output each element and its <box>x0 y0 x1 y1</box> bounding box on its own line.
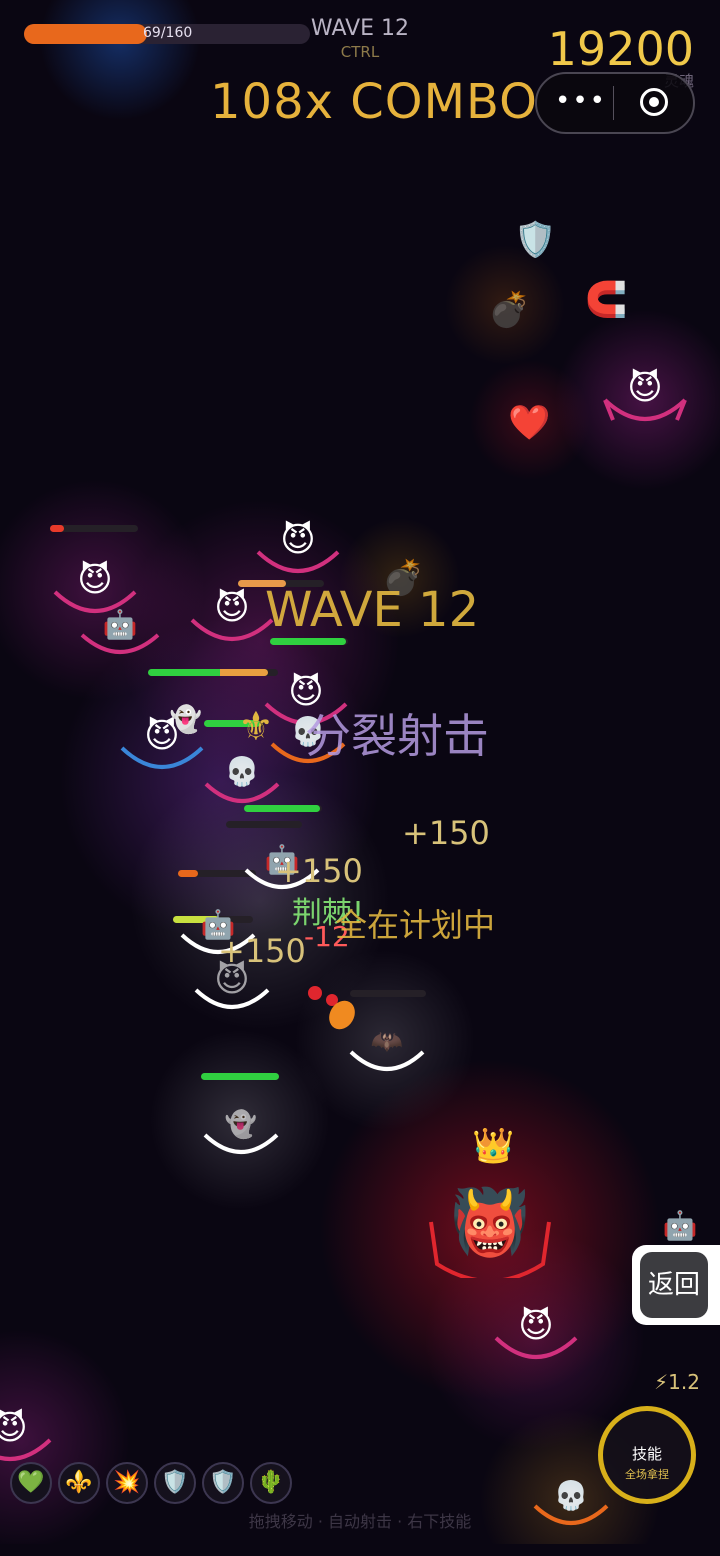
bat-enemy: 🦇 <box>337 1022 437 1102</box>
devil-enemy: 😈 <box>182 960 282 1040</box>
score-popup: +150 <box>402 814 490 852</box>
devil-enemy: 😈 <box>595 368 695 448</box>
magnet-pickup-icon: 🧲 <box>585 280 628 320</box>
game-background <box>0 0 720 1544</box>
bullet <box>308 986 322 1000</box>
ghost-enemy: 👻 <box>191 1105 291 1185</box>
devil-enemy: 😈 <box>486 1306 586 1386</box>
bowl-shape <box>256 550 340 573</box>
robot-face-icon: 🤖 <box>662 1209 698 1242</box>
split-skill-icon: ⚜️ <box>58 1462 100 1504</box>
shield-skill-icon: 🛡️ <box>202 1462 244 1504</box>
bowl-shape <box>204 782 280 803</box>
enemy-hp-bar <box>50 525 138 532</box>
bowl-shape <box>494 1336 578 1359</box>
combo-counter: 108x COMBO <box>210 74 538 130</box>
explode-skill-icon: 💥 <box>106 1462 148 1504</box>
bowl-shape <box>429 1221 551 1278</box>
skill-button[interactable]: 技能 全场拿捏 <box>598 1406 696 1504</box>
wave-sub-label: CTRL <box>340 43 380 61</box>
heal-skill-icon: 💚 <box>10 1462 52 1504</box>
thorns-skill-icon: 🌵 <box>250 1462 292 1504</box>
control-hint: 拖拽移动 · 自动射击 · 右下技能 <box>248 1512 472 1531</box>
bowl-shape <box>349 1050 425 1071</box>
skill-button-sublabel: 全场拿捏 <box>625 1468 669 1481</box>
energy-value: ⚡1.2 <box>654 1370 700 1394</box>
wave-label: WAVE 12 <box>310 16 410 41</box>
bowl-shape <box>603 398 687 421</box>
heart-pickup-icon: ❤️ <box>508 403 551 443</box>
bowl-shape <box>203 1133 279 1154</box>
return-panel: 返回 <box>632 1245 720 1325</box>
player-hp-text: 69/160 <box>143 25 193 41</box>
crown-icon: 👑 <box>472 1126 515 1166</box>
return-button[interactable]: 返回 <box>640 1252 708 1318</box>
enemy-hp-bar <box>201 1073 279 1080</box>
player-ship-icon: ⚜ <box>238 704 274 750</box>
wave-banner: WAVE 12 <box>265 582 480 638</box>
more-icon[interactable]: ••• <box>555 86 605 116</box>
score-popup: +150 <box>275 852 363 890</box>
skill-button-label: 技能 <box>631 1445 662 1463</box>
shield-skill-icon: 🛡️ <box>154 1462 196 1504</box>
bowl-shape <box>80 633 160 654</box>
score-popup: +150 <box>218 932 306 970</box>
bomb-pickup-icon: 💣 <box>488 290 531 330</box>
shield-pickup-icon: 🛡️ <box>514 220 557 260</box>
boss-enemy: 👹 <box>425 1188 555 1288</box>
skill-name-popup: 分裂射击 <box>305 709 489 763</box>
capsule-divider <box>613 86 614 120</box>
taunt-popup: 全在计划中 <box>335 906 496 944</box>
skull-enemy: 💀 <box>192 752 292 832</box>
player-hp-fill <box>24 24 147 44</box>
bowl-shape <box>194 988 270 1009</box>
enemy-hp-bar <box>350 990 426 997</box>
robot-enemy: 🤖 <box>70 605 170 685</box>
ghost-face-icon: 👻 <box>169 705 203 735</box>
score-value: 19200 <box>547 22 694 76</box>
record-icon[interactable] <box>640 88 668 116</box>
